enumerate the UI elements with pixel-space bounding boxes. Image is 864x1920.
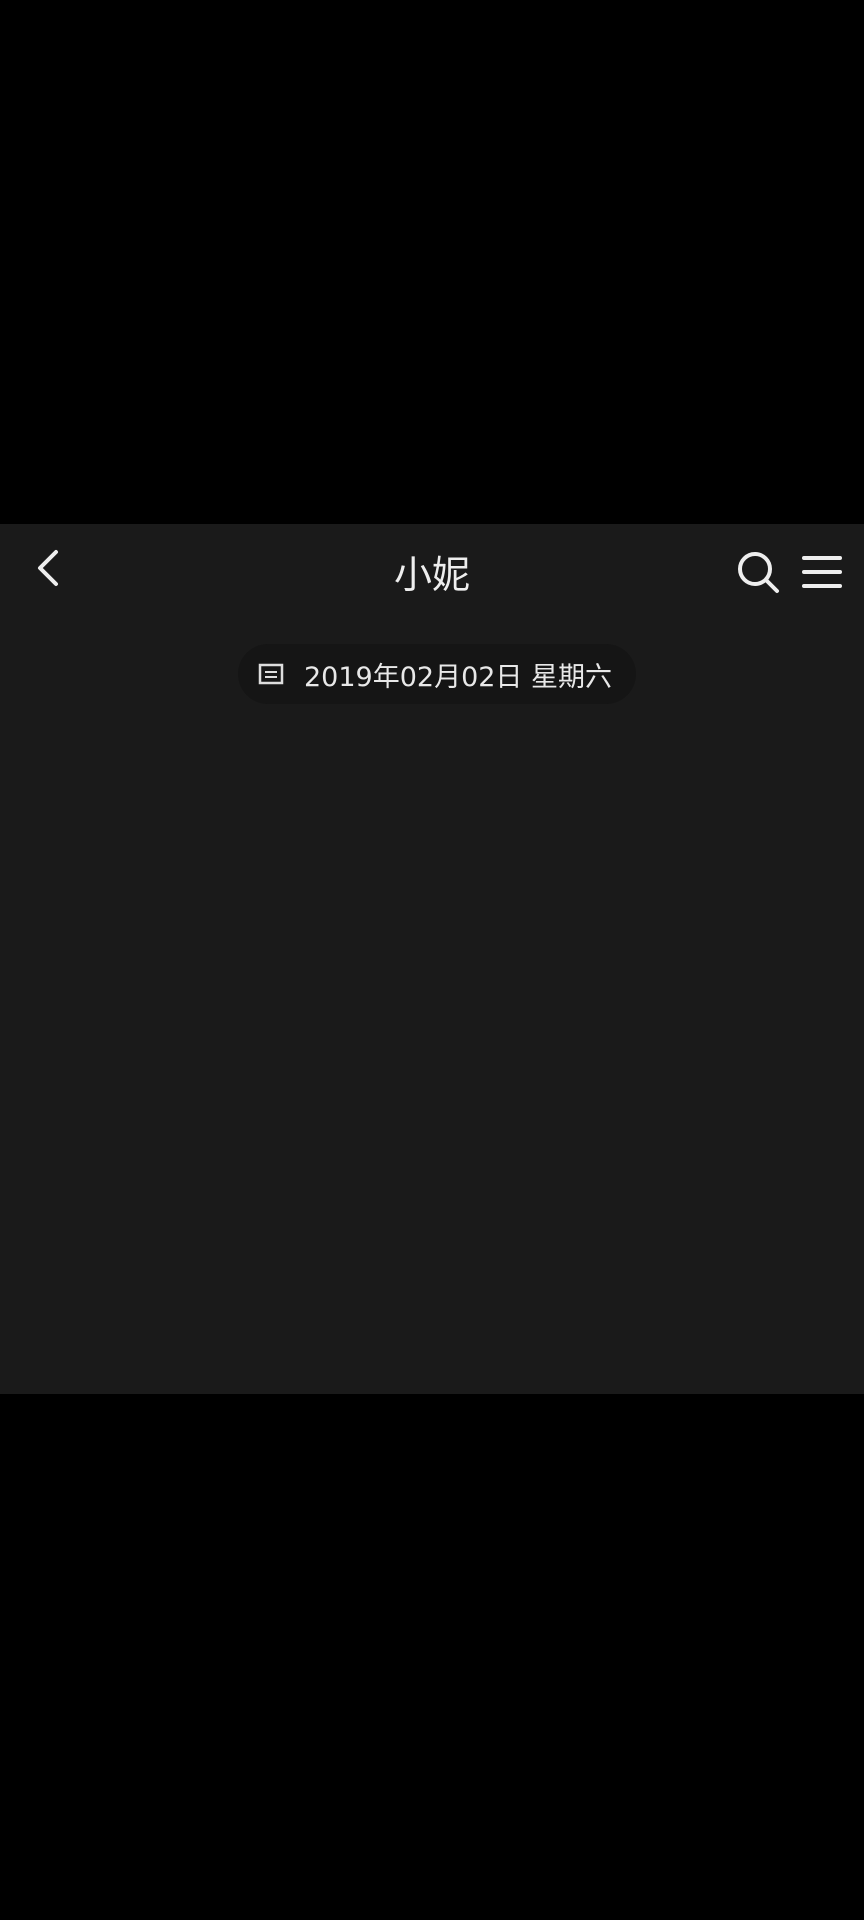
date-label: 2019年02月02日 星期六 [238, 644, 637, 704]
back-button[interactable] [24, 544, 72, 592]
chevron-left-icon [38, 550, 58, 586]
letterbox-bottom [0, 1394, 864, 1920]
chat-screen: 小妮 2019年02月02日 星期六 [0, 524, 864, 1394]
page-title: 小妮 [393, 553, 470, 597]
letterbox-top [0, 0, 864, 524]
hamburger-menu-icon [802, 556, 842, 588]
calendar-icon [256, 659, 286, 689]
header-bar: 小妮 [0, 524, 864, 624]
search-icon [738, 552, 779, 593]
date-text: 2019年02月02日 星期六 [304, 661, 613, 693]
menu-button[interactable] [796, 546, 848, 598]
search-button[interactable] [732, 546, 784, 598]
